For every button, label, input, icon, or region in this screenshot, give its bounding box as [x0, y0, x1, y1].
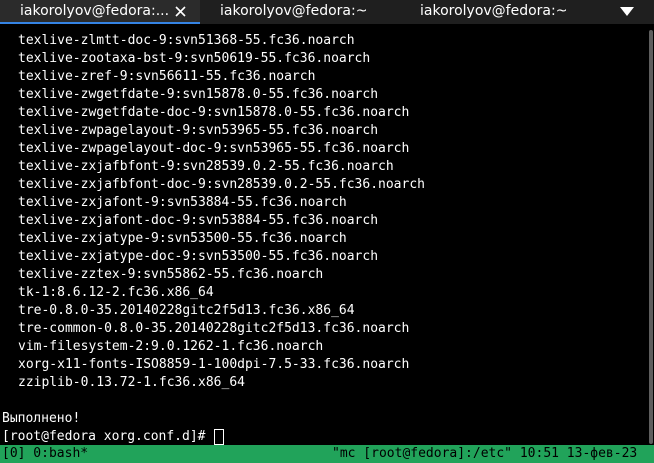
package-line: texlive-zref-9:svn56611-55.fc36.noarch	[18, 69, 316, 84]
package-line: texlive-zztex-9:svn55862-55.fc36.noarch	[18, 267, 324, 282]
terminal-window: iakorolyov@fedora:... iakorolyov@fedora:…	[0, 0, 654, 463]
package-line: texlive-zxjatype-doc-9:svn53500-55.fc36.…	[18, 249, 379, 264]
terminal-output[interactable]: texlive-zlmtt-doc-9:svn51368-55.fc36.noa…	[0, 24, 654, 445]
package-line: texlive-zxjafont-9:svn53884-55.fc36.noar…	[18, 195, 347, 210]
prompt-text: [root@fedora xorg.conf.d]#	[2, 429, 206, 444]
package-line: texlive-zlmtt-doc-9:svn51368-55.fc36.noa…	[18, 33, 355, 48]
chevron-down-icon	[620, 7, 634, 16]
package-line: xorg-x11-fonts-ISO8859-1-100dpi-7.5-33.f…	[18, 357, 410, 372]
package-line: texlive-zwgetfdate-9:svn15878.0-55.fc36.…	[18, 87, 379, 102]
package-line: zziplib-0.13.72-1.fc36.x86_64	[18, 375, 245, 390]
package-line: texlive-zwpagelayout-doc-9:svn53965-55.f…	[18, 141, 410, 156]
tab-3[interactable]: iakorolyov@fedora:~	[400, 0, 600, 24]
package-line: texlive-zwpagelayout-9:svn53965-55.fc36.…	[18, 123, 379, 138]
package-line: vim-filesystem-2:9.0.1262-1.fc36.noarch	[18, 339, 324, 354]
status-info: "mc [root@fedora]:/etc" 10:51 13-фев-23	[332, 446, 638, 461]
tab-menu-button[interactable]	[600, 0, 654, 24]
done-message: Выполнено!	[2, 411, 81, 426]
tab-1[interactable]: iakorolyov@fedora:...	[0, 0, 200, 24]
text-cursor	[213, 429, 224, 445]
tmux-status-bar: [0] 0:bash* "mc [root@fedora]:/etc" 10:5…	[0, 445, 654, 463]
tab-label: iakorolyov@fedora:...	[20, 3, 168, 19]
tab-label: iakorolyov@fedora:~	[420, 3, 568, 19]
tab-2[interactable]: iakorolyov@fedora:~	[200, 0, 400, 24]
package-line: texlive-zwgetfdate-doc-9:svn15878.0-55.f…	[18, 105, 410, 120]
scrollbar-thumb[interactable]	[649, 30, 653, 444]
package-list: texlive-zlmtt-doc-9:svn51368-55.fc36.noa…	[0, 32, 654, 392]
package-line: texlive-zxjafbfont-doc-9:svn28539.0.2-55…	[18, 177, 425, 192]
package-line: tre-0.8.0-35.20140228gitc2f5d13.fc36.x86…	[18, 303, 355, 318]
package-line: texlive-zxjafont-doc-9:svn53884-55.fc36.…	[18, 213, 379, 228]
command-prompt[interactable]: [root@fedora xorg.conf.d]#	[0, 428, 654, 445]
package-line: tre-common-0.8.0-35.20140228gitc2f5d13.f…	[18, 321, 410, 336]
close-icon[interactable]	[175, 6, 186, 17]
scrollbar[interactable]	[648, 24, 654, 445]
package-line: tk-1:8.6.12-2.fc36.x86_64	[18, 285, 214, 300]
package-line: texlive-zxjatype-9:svn53500-55.fc36.noar…	[18, 231, 347, 246]
status-window-list: [0] 0:bash*	[2, 446, 89, 461]
package-line: texlive-zootaxa-bst-9:svn50619-55.fc36.n…	[18, 51, 371, 66]
tab-bar: iakorolyov@fedora:... iakorolyov@fedora:…	[0, 0, 654, 24]
tab-label: iakorolyov@fedora:~	[220, 3, 368, 19]
package-line: texlive-zxjafbfont-9:svn28539.0.2-55.fc3…	[18, 159, 394, 174]
